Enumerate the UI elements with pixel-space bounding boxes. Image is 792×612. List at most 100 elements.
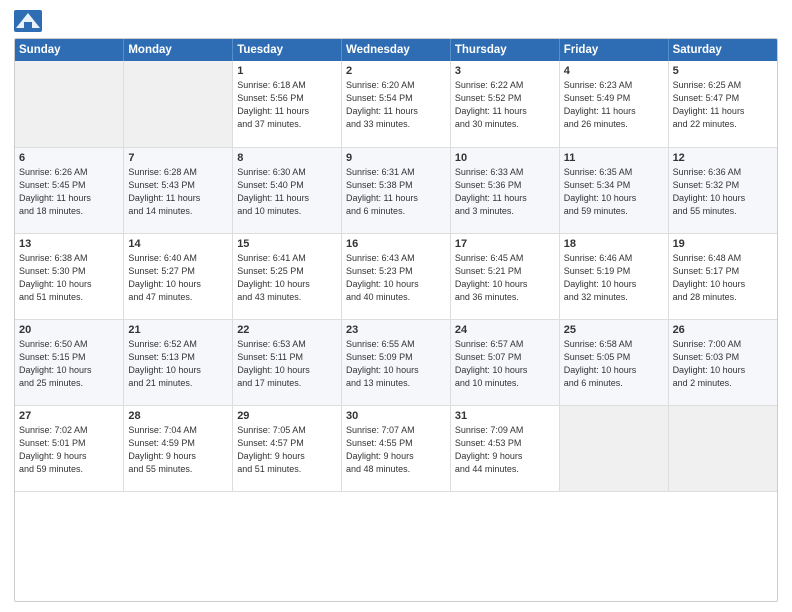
table-row: 18 Sunrise: 6:46 AM Sunset: 5:19 PM Dayli… <box>559 233 668 319</box>
day-number: 11 <box>564 152 664 164</box>
day-info: Sunrise: 7:04 AM Sunset: 4:59 PM Dayligh… <box>128 424 228 476</box>
day-info: Sunrise: 6:41 AM Sunset: 5:25 PM Dayligh… <box>237 252 337 304</box>
table-row: 11 Sunrise: 6:35 AM Sunset: 5:34 PM Dayli… <box>559 147 668 233</box>
day-number: 23 <box>346 324 446 336</box>
logo <box>14 10 46 32</box>
table-row: 25Sunrise: 6:58 AM Sunset: 5:05 PM Dayli… <box>559 319 668 405</box>
page-header <box>14 10 778 32</box>
day-number: 31 <box>455 410 555 422</box>
day-number: 30 <box>346 410 446 422</box>
table-row: 29 Sunrise: 7:05 AM Sunset: 4:57 PM Dayli… <box>233 405 342 491</box>
day-number: 16 <box>346 238 446 250</box>
table-row <box>668 405 777 491</box>
table-row: 4 Sunrise: 6:23 AM Sunset: 5:49 PM Daylig… <box>559 61 668 147</box>
table-row: 22Sunrise: 6:53 AM Sunset: 5:11 PM Dayli… <box>233 319 342 405</box>
day-number: 25 <box>564 324 664 336</box>
table-row: 3 Sunrise: 6:22 AM Sunset: 5:52 PM Daylig… <box>450 61 559 147</box>
day-info: Sunrise: 6:33 AM Sunset: 5:36 PM Dayligh… <box>455 166 555 218</box>
table-row: 17Sunrise: 6:45 AM Sunset: 5:21 PM Dayli… <box>450 233 559 319</box>
calendar: SundayMondayTuesdayWednesdayThursdayFrid… <box>14 38 778 602</box>
day-number: 1 <box>237 65 337 77</box>
day-info: Sunrise: 6:36 AM Sunset: 5:32 PM Dayligh… <box>673 166 773 218</box>
day-header-monday: Monday <box>124 39 233 61</box>
table-row: 8 Sunrise: 6:30 AM Sunset: 5:40 PM Daylig… <box>233 147 342 233</box>
day-number: 5 <box>673 65 773 77</box>
day-number: 14 <box>128 238 228 250</box>
day-info: Sunrise: 6:23 AM Sunset: 5:49 PM Dayligh… <box>564 79 664 131</box>
day-number: 24 <box>455 324 555 336</box>
day-header-thursday: Thursday <box>450 39 559 61</box>
day-info: Sunrise: 6:40 AM Sunset: 5:27 PM Dayligh… <box>128 252 228 304</box>
table-row <box>15 61 124 147</box>
day-number: 2 <box>346 65 446 77</box>
day-number: 28 <box>128 410 228 422</box>
day-info: Sunrise: 7:05 AM Sunset: 4:57 PM Dayligh… <box>237 424 337 476</box>
day-number: 4 <box>564 65 664 77</box>
table-row: 21 Sunrise: 6:52 AM Sunset: 5:13 PM Dayli… <box>124 319 233 405</box>
day-header-wednesday: Wednesday <box>342 39 451 61</box>
day-info: Sunrise: 6:20 AM Sunset: 5:54 PM Dayligh… <box>346 79 446 131</box>
day-info: Sunrise: 6:38 AM Sunset: 5:30 PM Dayligh… <box>19 252 119 304</box>
table-row: 5 Sunrise: 6:25 AM Sunset: 5:47 PM Daylig… <box>668 61 777 147</box>
day-info: Sunrise: 7:09 AM Sunset: 4:53 PM Dayligh… <box>455 424 555 476</box>
table-row: 27 Sunrise: 7:02 AM Sunset: 5:01 PM Dayli… <box>15 405 124 491</box>
day-header-friday: Friday <box>559 39 668 61</box>
day-info: Sunrise: 6:18 AM Sunset: 5:56 PM Dayligh… <box>237 79 337 131</box>
table-row: 13 Sunrise: 6:38 AM Sunset: 5:30 PM Dayli… <box>15 233 124 319</box>
day-number: 7 <box>128 152 228 164</box>
table-row: 24 Sunrise: 6:57 AM Sunset: 5:07 PM Dayli… <box>450 319 559 405</box>
table-row: 20 Sunrise: 6:50 AM Sunset: 5:15 PM Dayli… <box>15 319 124 405</box>
day-info: Sunrise: 7:00 AM Sunset: 5:03 PM Dayligh… <box>673 338 773 390</box>
day-number: 3 <box>455 65 555 77</box>
day-number: 15 <box>237 238 337 250</box>
day-number: 8 <box>237 152 337 164</box>
day-info: Sunrise: 6:52 AM Sunset: 5:13 PM Dayligh… <box>128 338 228 390</box>
day-info: Sunrise: 6:25 AM Sunset: 5:47 PM Dayligh… <box>673 79 773 131</box>
day-info: Sunrise: 6:57 AM Sunset: 5:07 PM Dayligh… <box>455 338 555 390</box>
day-info: Sunrise: 7:02 AM Sunset: 5:01 PM Dayligh… <box>19 424 119 476</box>
table-row <box>559 405 668 491</box>
table-row: 6 Sunrise: 6:26 AM Sunset: 5:45 PM Daylig… <box>15 147 124 233</box>
day-number: 10 <box>455 152 555 164</box>
table-row: 12Sunrise: 6:36 AM Sunset: 5:32 PM Dayli… <box>668 147 777 233</box>
day-info: Sunrise: 6:43 AM Sunset: 5:23 PM Dayligh… <box>346 252 446 304</box>
day-info: Sunrise: 6:22 AM Sunset: 5:52 PM Dayligh… <box>455 79 555 131</box>
day-number: 27 <box>19 410 119 422</box>
day-info: Sunrise: 6:26 AM Sunset: 5:45 PM Dayligh… <box>19 166 119 218</box>
day-info: Sunrise: 6:31 AM Sunset: 5:38 PM Dayligh… <box>346 166 446 218</box>
table-row: 30 Sunrise: 7:07 AM Sunset: 4:55 PM Dayli… <box>342 405 451 491</box>
day-number: 6 <box>19 152 119 164</box>
table-row: 10 Sunrise: 6:33 AM Sunset: 5:36 PM Dayli… <box>450 147 559 233</box>
day-info: Sunrise: 6:50 AM Sunset: 5:15 PM Dayligh… <box>19 338 119 390</box>
day-number: 9 <box>346 152 446 164</box>
day-info: Sunrise: 6:48 AM Sunset: 5:17 PM Dayligh… <box>673 252 773 304</box>
table-row: 1 Sunrise: 6:18 AM Sunset: 5:56 PM Daylig… <box>233 61 342 147</box>
logo-icon <box>14 10 42 32</box>
day-info: Sunrise: 7:07 AM Sunset: 4:55 PM Dayligh… <box>346 424 446 476</box>
day-info: Sunrise: 6:30 AM Sunset: 5:40 PM Dayligh… <box>237 166 337 218</box>
table-row <box>124 61 233 147</box>
day-info: Sunrise: 6:35 AM Sunset: 5:34 PM Dayligh… <box>564 166 664 218</box>
day-info: Sunrise: 6:28 AM Sunset: 5:43 PM Dayligh… <box>128 166 228 218</box>
table-row: 31 Sunrise: 7:09 AM Sunset: 4:53 PM Dayli… <box>450 405 559 491</box>
table-row: 26 Sunrise: 7:00 AM Sunset: 5:03 PM Dayli… <box>668 319 777 405</box>
day-number: 26 <box>673 324 773 336</box>
day-header-sunday: Sunday <box>15 39 124 61</box>
day-number: 19 <box>673 238 773 250</box>
day-number: 29 <box>237 410 337 422</box>
table-row: 2 Sunrise: 6:20 AM Sunset: 5:54 PM Daylig… <box>342 61 451 147</box>
day-header-tuesday: Tuesday <box>233 39 342 61</box>
table-row: 15 Sunrise: 6:41 AM Sunset: 5:25 PM Dayli… <box>233 233 342 319</box>
day-number: 13 <box>19 238 119 250</box>
table-row: 28 Sunrise: 7:04 AM Sunset: 4:59 PM Dayli… <box>124 405 233 491</box>
day-number: 20 <box>19 324 119 336</box>
day-header-saturday: Saturday <box>668 39 777 61</box>
day-info: Sunrise: 6:53 AM Sunset: 5:11 PM Dayligh… <box>237 338 337 390</box>
table-row: 7 Sunrise: 6:28 AM Sunset: 5:43 PM Daylig… <box>124 147 233 233</box>
day-number: 21 <box>128 324 228 336</box>
day-info: Sunrise: 6:46 AM Sunset: 5:19 PM Dayligh… <box>564 252 664 304</box>
table-row: 23 Sunrise: 6:55 AM Sunset: 5:09 PM Dayli… <box>342 319 451 405</box>
day-number: 18 <box>564 238 664 250</box>
day-info: Sunrise: 6:55 AM Sunset: 5:09 PM Dayligh… <box>346 338 446 390</box>
table-row: 9 Sunrise: 6:31 AM Sunset: 5:38 PM Daylig… <box>342 147 451 233</box>
